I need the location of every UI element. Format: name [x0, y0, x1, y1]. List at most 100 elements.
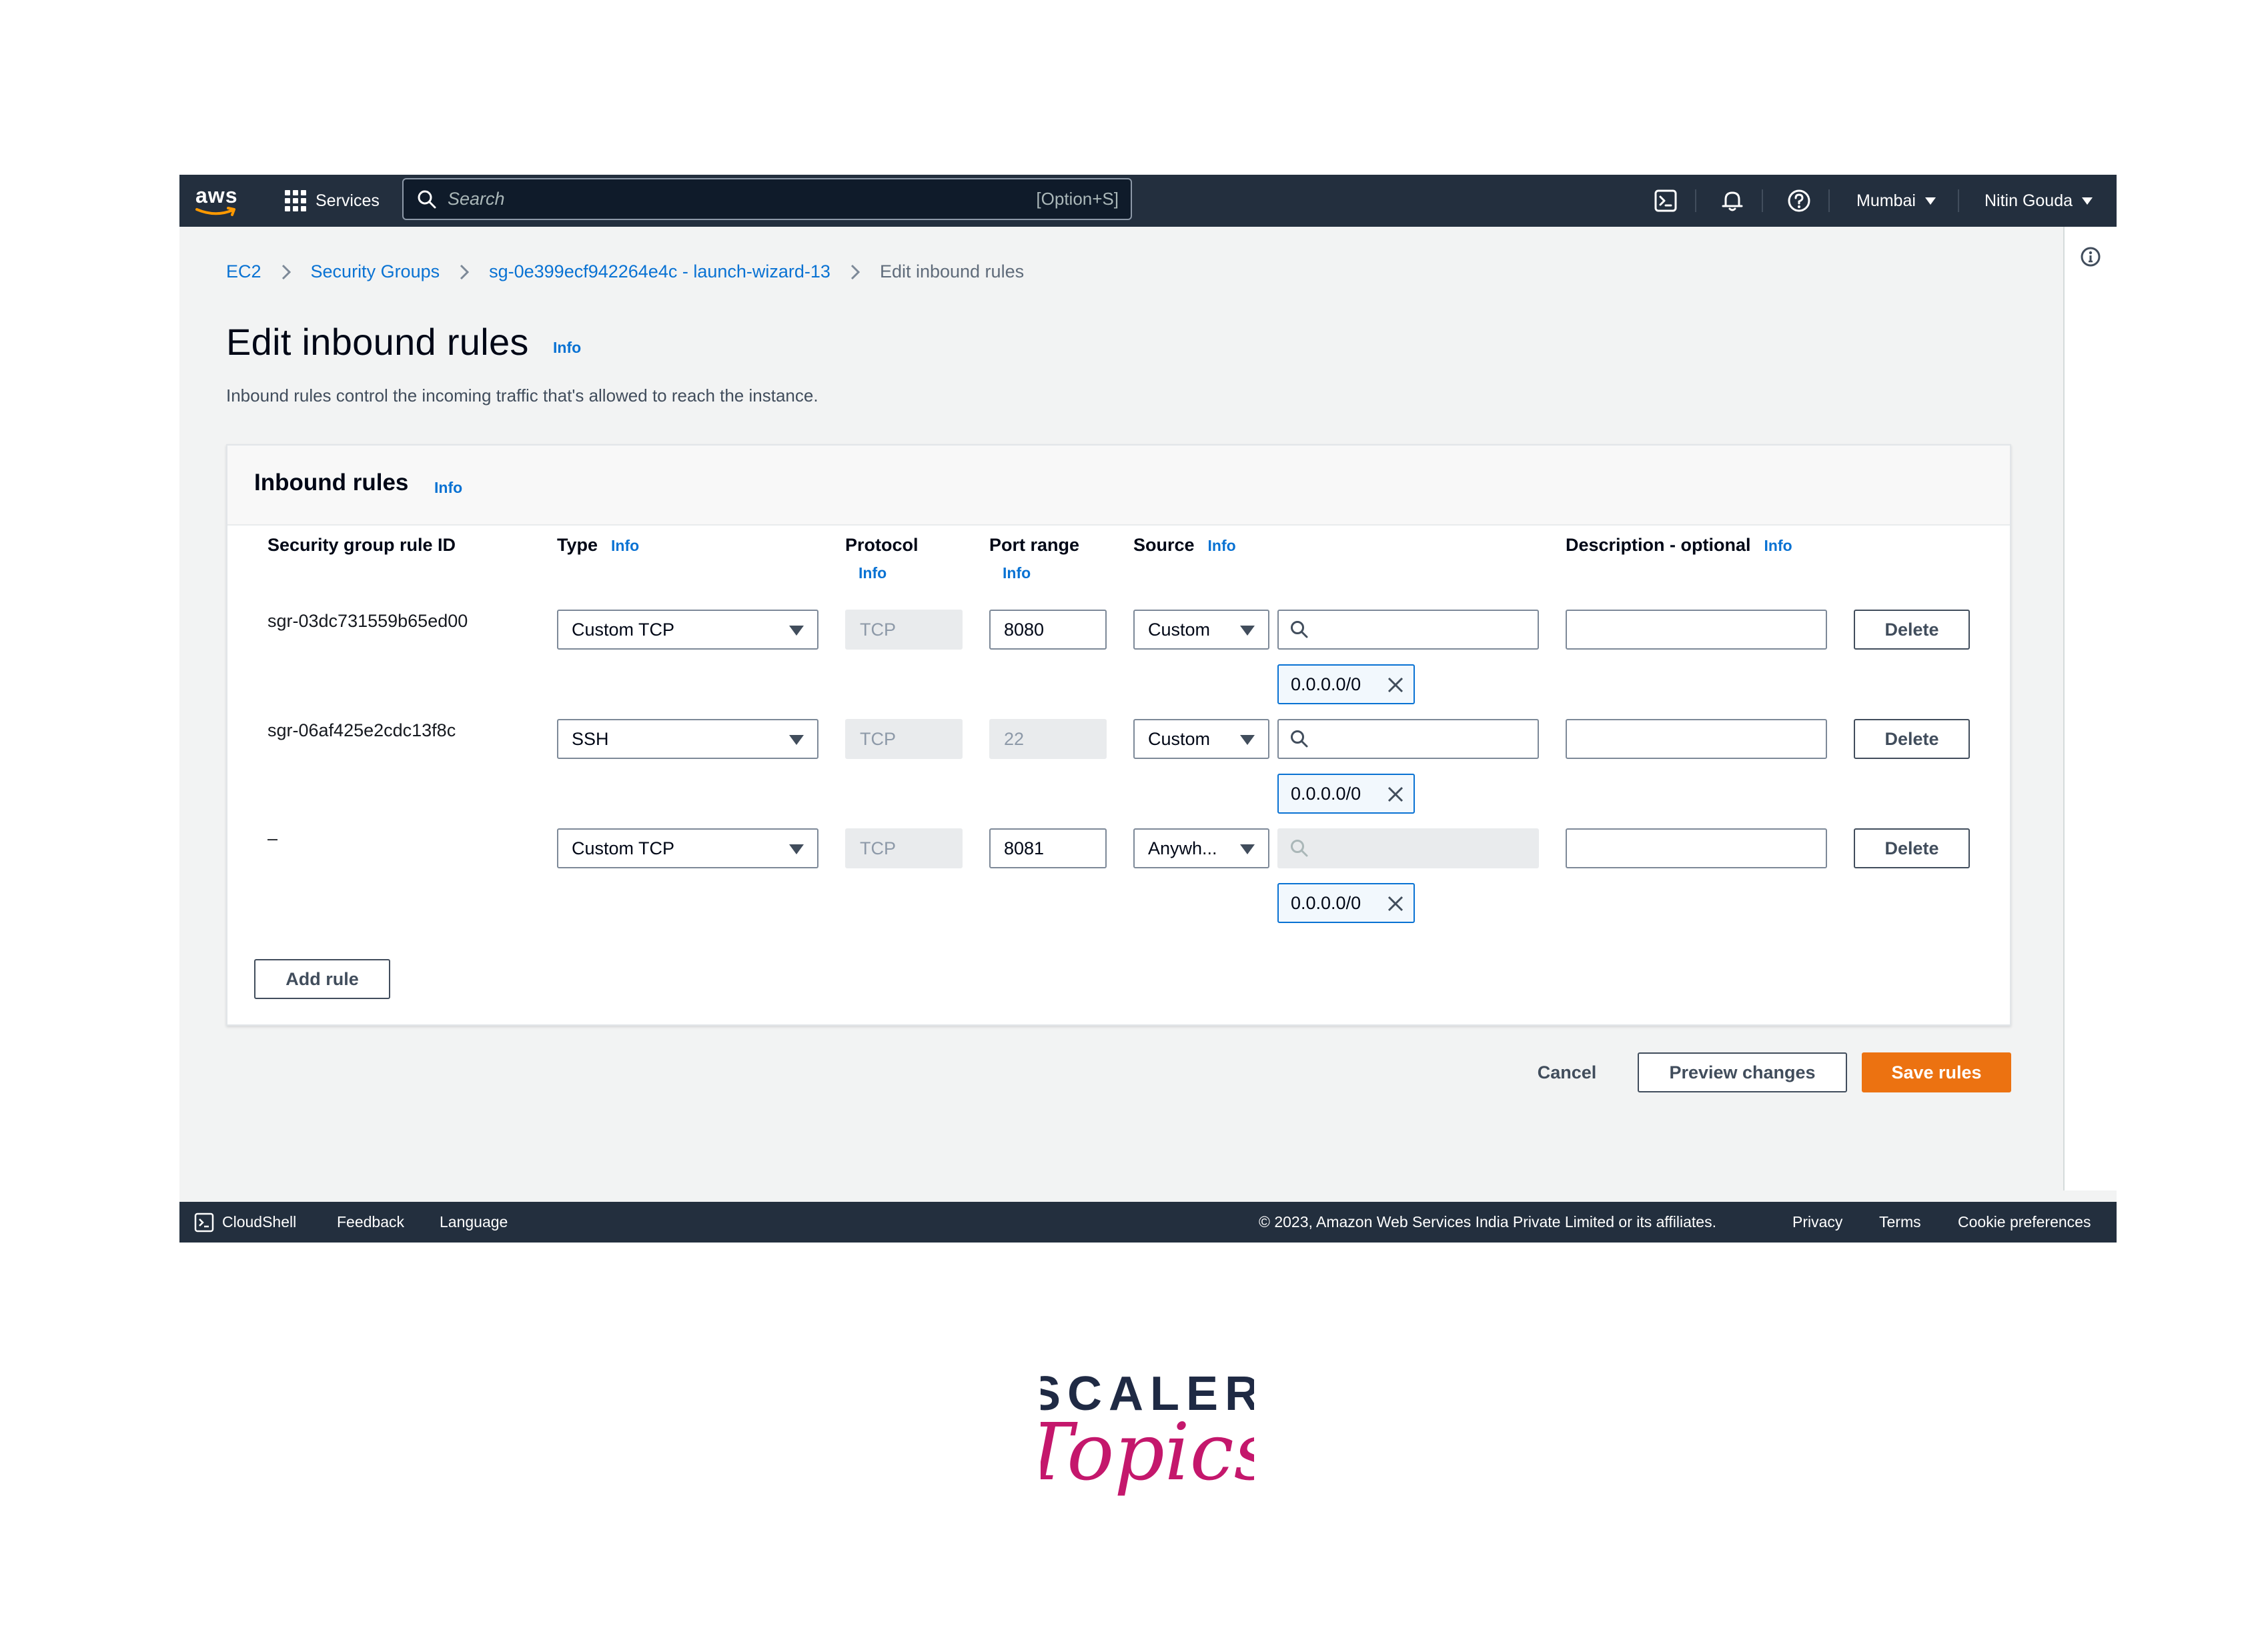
type-select-value: Custom TCP — [572, 838, 675, 858]
footer-terms-link[interactable]: Terms — [1879, 1202, 1921, 1243]
aws-logo[interactable]: aws — [195, 183, 238, 219]
protocol-field: TCP — [845, 719, 963, 759]
scaler-topics-logo: SCALER Topics — [1041, 1367, 1254, 1498]
aws-smile-icon — [195, 207, 235, 216]
caret-down-icon — [789, 626, 804, 636]
info-circle-icon[interactable] — [2079, 245, 2102, 268]
grid-icon — [285, 190, 306, 211]
nav-divider — [1958, 189, 1959, 212]
breadcrumb-current: Edit inbound rules — [879, 261, 1025, 281]
source-select[interactable]: Custom — [1133, 719, 1269, 759]
source-select[interactable]: Anywh... — [1133, 828, 1269, 868]
footer-feedback-link[interactable]: Feedback — [337, 1202, 404, 1243]
region-label: Mumbai — [1856, 191, 1916, 210]
delete-rule-button[interactable]: Delete — [1854, 828, 1970, 868]
breadcrumb: EC2 Security Groups sg-0e399ecf942264e4c… — [226, 261, 1024, 282]
port-range-input[interactable]: 8081 — [989, 828, 1107, 868]
caret-down-icon — [1240, 844, 1255, 854]
delete-rule-button[interactable]: Delete — [1854, 610, 1970, 650]
chevron-right-icon — [851, 264, 861, 279]
nav-divider — [1695, 189, 1696, 212]
cidr-search-input — [1277, 828, 1539, 868]
region-selector[interactable]: Mumbai — [1856, 175, 1936, 227]
caret-down-icon — [1240, 735, 1255, 745]
type-select[interactable]: Custom TCP — [557, 828, 818, 868]
type-select-value: SSH — [572, 728, 609, 749]
description-info-link[interactable]: Info — [1764, 537, 1792, 554]
protocol-info-link[interactable]: Info — [859, 564, 887, 582]
protocol-value: TCP — [860, 838, 896, 858]
cancel-button[interactable]: Cancel — [1526, 1052, 1608, 1092]
page-description: Inbound rules control the incoming traff… — [226, 385, 818, 405]
nav-divider — [1828, 189, 1830, 212]
column-header-label: Source — [1133, 535, 1195, 555]
footer-copyright: © 2023, Amazon Web Services India Privat… — [1259, 1213, 1716, 1231]
chevron-right-icon — [281, 264, 291, 279]
services-label: Services — [316, 191, 380, 210]
breadcrumb-ec2[interactable]: EC2 — [226, 261, 261, 282]
close-icon[interactable] — [1387, 676, 1404, 694]
close-icon[interactable] — [1387, 786, 1404, 803]
column-header-type: Type Info — [557, 535, 639, 556]
protocol-field: TCP — [845, 828, 963, 868]
cidr-search-input[interactable] — [1277, 610, 1539, 650]
services-menu-button[interactable]: Services — [285, 175, 380, 227]
breadcrumb-security-group[interactable]: sg-0e399ecf942264e4c - launch-wizard-13 — [489, 261, 830, 282]
page-title-info-link[interactable]: Info — [553, 339, 581, 357]
description-input[interactable] — [1566, 828, 1827, 868]
port-range-value: 8081 — [1004, 838, 1045, 858]
footer-cloudshell[interactable]: CloudShell — [194, 1202, 296, 1243]
add-rule-button[interactable]: Add rule — [254, 959, 390, 999]
port-range-value: 8080 — [1004, 619, 1045, 640]
breadcrumb-security-groups[interactable]: Security Groups — [311, 261, 440, 282]
footer-language-link[interactable]: Language — [440, 1202, 508, 1243]
close-icon[interactable] — [1387, 895, 1404, 912]
search-shortcut-hint: [Option+S] — [1036, 189, 1119, 209]
cidr-token: 0.0.0.0/0 — [1277, 664, 1415, 704]
column-header-label: Protocol — [845, 535, 919, 555]
description-input[interactable] — [1566, 610, 1827, 650]
rule-id: – — [267, 828, 278, 848]
caret-down-icon — [1240, 626, 1255, 636]
search-icon — [1291, 730, 1308, 748]
caret-down-icon — [1924, 197, 1936, 205]
cloudshell-icon[interactable] — [1652, 187, 1679, 214]
port-range-input[interactable]: 8080 — [989, 610, 1107, 650]
source-select[interactable]: Custom — [1133, 610, 1269, 650]
delete-rule-button[interactable]: Delete — [1854, 719, 1970, 759]
search-input[interactable] — [448, 189, 1037, 209]
bell-icon[interactable] — [1719, 187, 1746, 214]
protocol-value: TCP — [860, 619, 896, 640]
cidr-token-label: 0.0.0.0/0 — [1291, 674, 1361, 694]
search-icon — [1291, 840, 1308, 857]
cidr-token-label: 0.0.0.0/0 — [1291, 892, 1361, 913]
cidr-token-label: 0.0.0.0/0 — [1291, 783, 1361, 804]
cidr-search-input[interactable] — [1277, 719, 1539, 759]
cloudshell-icon — [194, 1212, 214, 1232]
inbound-rules-container: Inbound rules Info Security group rule I… — [226, 444, 2011, 1026]
footer-cookie-preferences-link[interactable]: Cookie preferences — [1958, 1202, 2091, 1243]
type-select[interactable]: SSH — [557, 719, 818, 759]
source-info-link[interactable]: Info — [1208, 537, 1236, 554]
container-header: Inbound rules Info — [227, 446, 2010, 526]
port-range-info-link[interactable]: Info — [1003, 564, 1031, 582]
column-header-source: Source Info — [1133, 535, 1236, 556]
search-bar[interactable]: [Option+S] — [402, 178, 1132, 220]
save-rules-button[interactable]: Save rules — [1862, 1052, 2011, 1092]
type-select[interactable]: Custom TCP — [557, 610, 818, 650]
type-info-link[interactable]: Info — [611, 537, 639, 554]
user-menu[interactable]: Nitin Gouda — [1985, 175, 2093, 227]
protocol-field: TCP — [845, 610, 963, 650]
preview-changes-button[interactable]: Preview changes — [1638, 1052, 1847, 1092]
description-input[interactable] — [1566, 719, 1827, 759]
footer-privacy-link[interactable]: Privacy — [1792, 1202, 1842, 1243]
inbound-rules-info-link[interactable]: Info — [434, 479, 462, 497]
column-header-description: Description - optional Info — [1566, 535, 1792, 556]
column-header-rule-id: Security group rule ID — [267, 535, 456, 556]
page-title: Edit inbound rules — [226, 321, 529, 363]
footer-cloudshell-label: CloudShell — [222, 1213, 297, 1231]
help-icon[interactable] — [1786, 187, 1812, 214]
protocol-value: TCP — [860, 728, 896, 749]
source-select-value: Anywh... — [1148, 838, 1217, 858]
top-navigation: aws Services [Option+S] — [179, 175, 2117, 227]
